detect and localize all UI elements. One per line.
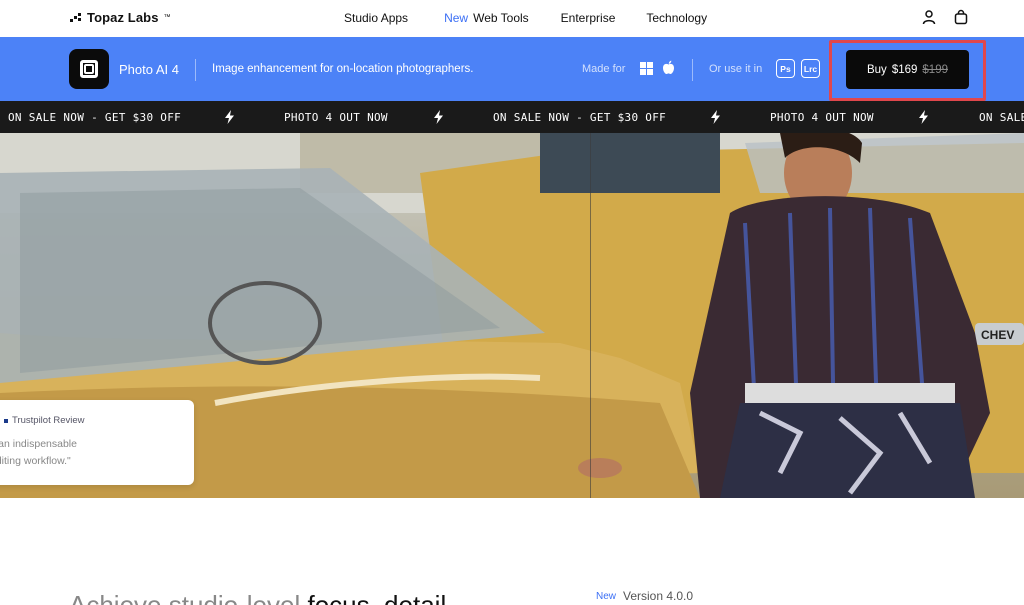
review-quote: s an indispensable editing workflow." (0, 436, 190, 470)
apple-icon (663, 60, 674, 74)
buy-label: Buy (866, 63, 887, 76)
divider (692, 59, 693, 81)
chevrolet-badge: CHEV (981, 328, 1014, 342)
review-card: Trustpilot Review s an indispensable edi… (0, 400, 194, 485)
headline-bold: focus, detail (307, 590, 447, 605)
top-nav: Topaz Labs ™ Studio Apps New Web Tools En… (0, 0, 1024, 36)
buy-old-price: $199 (922, 63, 948, 76)
product-name[interactable]: Photo AI 4 (119, 62, 179, 77)
photo-ai-app-icon[interactable] (69, 49, 109, 89)
or-use-label: Or use it in (709, 63, 763, 75)
promo-ticker: ON SALE NOW - GET $30 OFF PHOTO 4 OUT NO… (0, 101, 1024, 133)
photoshop-plugin-badge[interactable]: Ps (776, 59, 795, 78)
review-line: s an indispensable (0, 438, 77, 450)
lightning-icon (434, 110, 443, 124)
user-icon[interactable] (922, 9, 936, 25)
nav-technology[interactable]: Technology (646, 11, 707, 25)
lightning-icon (225, 110, 234, 124)
lightning-icon (919, 110, 928, 124)
lightroom-plugin-badge[interactable]: Lrc (801, 59, 820, 78)
topaz-logo[interactable]: Topaz Labs ™ (70, 10, 171, 25)
nav-studio-apps[interactable]: Studio Apps (344, 11, 408, 25)
nav-actions (922, 9, 968, 25)
shopping-bag-icon[interactable] (954, 9, 968, 25)
buy-price: $169 (891, 63, 918, 76)
lightning-icon (711, 110, 720, 124)
windows-icon (640, 62, 653, 75)
ticker-item: ON SALE NOW - GET $30 OFF (979, 111, 1024, 124)
logo-trademark: ™ (163, 14, 171, 21)
trustpilot-icon (4, 419, 8, 423)
made-for-label: Made for (582, 63, 626, 75)
nav-enterprise[interactable]: Enterprise (561, 11, 616, 25)
ticker-item: ON SALE NOW - GET $30 OFF (8, 111, 182, 124)
section-headline: Achieve studio-level focus, detail (69, 590, 446, 605)
product-tagline: Image enhancement for on-location photog… (212, 63, 474, 75)
ticker-item: PHOTO 4 OUT NOW (284, 111, 388, 124)
review-source: Trustpilot Review (12, 415, 85, 426)
main-nav: Studio Apps New Web Tools Enterprise Tec… (344, 11, 707, 25)
ticker-item: PHOTO 4 OUT NOW (770, 111, 874, 124)
version-new-badge: New (596, 591, 617, 602)
ticker-item: ON SALE NOW - GET $30 OFF (493, 111, 667, 124)
nav-web-tools[interactable]: Web Tools (473, 11, 529, 25)
version-label[interactable]: Version 4.0.0 (623, 589, 693, 603)
logo-text: Topaz Labs (87, 10, 159, 25)
logo-mark-icon (70, 12, 82, 23)
buy-button[interactable]: Buy $169 $199 (846, 50, 969, 89)
review-line: editing workflow." (0, 455, 71, 467)
headline-light: Achieve studio-level (69, 590, 301, 605)
divider (195, 59, 196, 81)
nav-new-badge: New (444, 11, 469, 25)
comparison-split-line[interactable] (590, 133, 591, 498)
